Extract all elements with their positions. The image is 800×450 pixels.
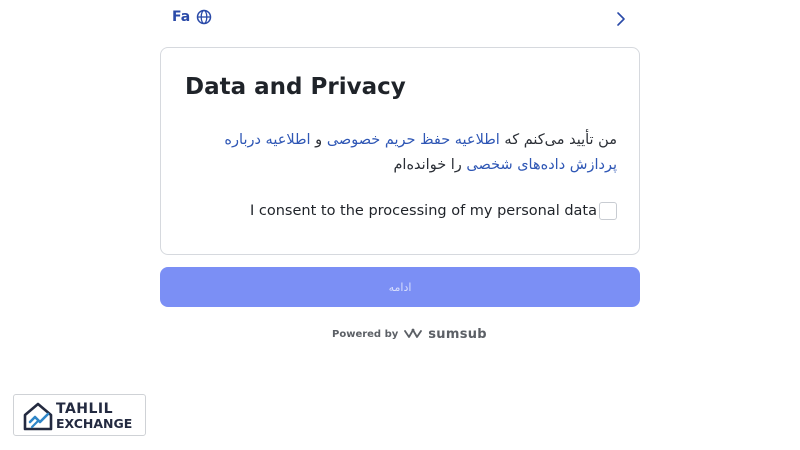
consent-conjunction: و (310, 132, 327, 148)
privacy-card: Data and Privacy من تأیید می‌کنم که اطلا… (160, 47, 640, 255)
chevron-right-icon[interactable] (612, 10, 630, 28)
tahlil-exchange-logo: TAHLIL EXCHANGE (13, 394, 146, 436)
privacy-notice-link[interactable]: اطلاعیه حفظ حریم خصوصی (327, 132, 500, 148)
consent-checkbox[interactable] (599, 202, 617, 220)
exchange-logo-icon (23, 402, 53, 431)
logo-text-line2: EXCHANGE (56, 416, 133, 431)
powered-by-footer: Powered by sumsub (332, 326, 487, 342)
consent-checkbox-row[interactable]: I consent to the processing of my person… (185, 202, 617, 222)
sumsub-brand: sumsub (428, 326, 487, 342)
language-label: Fa (172, 9, 191, 25)
logo-text-line1: TAHLIL (56, 401, 114, 417)
language-selector[interactable]: Fa (172, 9, 212, 25)
sumsub-logo-icon (404, 328, 423, 338)
card-title: Data and Privacy (185, 74, 406, 100)
powered-by-label: Powered by (332, 328, 399, 340)
consent-prefix: من تأیید می‌کنم که (499, 132, 617, 148)
continue-button[interactable]: ادامه (160, 267, 640, 307)
consent-statement: من تأیید می‌کنم که اطلاعیه حفظ حریم خصوص… (185, 128, 617, 178)
consent-checkbox-label[interactable]: I consent to the processing of my person… (250, 203, 597, 219)
consent-suffix: را خوانده‌ام (393, 157, 467, 173)
globe-icon (196, 9, 212, 25)
top-bar: Fa (160, 0, 640, 38)
